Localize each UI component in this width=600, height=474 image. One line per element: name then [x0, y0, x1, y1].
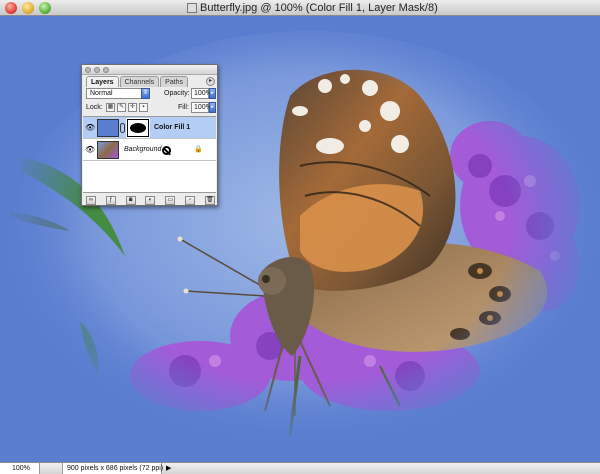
fill-label: Fill: — [178, 104, 189, 111]
lock-row: Lock: ▦ ✎ ✛ ▪ Fill: 100% ▸ — [86, 102, 216, 114]
lock-transparent-icon[interactable]: ▦ — [106, 103, 115, 112]
background-thumbnail[interactable] — [97, 141, 119, 159]
blend-mode-value: Normal — [90, 90, 113, 97]
layers-list: 👁 Color Fill 1 👁 Background 🔒 — [83, 116, 216, 193]
visibility-eye-icon[interactable]: 👁 — [85, 146, 95, 154]
document-info: 900 pixels x 686 pixels (72 ppi) — [62, 463, 163, 474]
opacity-field[interactable]: 100% — [191, 88, 212, 99]
new-group-icon[interactable]: ▭ — [165, 196, 176, 205]
mask-link-icon[interactable] — [120, 123, 125, 133]
visibility-eye-icon[interactable]: 👁 — [85, 124, 95, 132]
palette-menu-icon[interactable]: ▸ — [206, 77, 215, 86]
palette-titlebar[interactable] — [82, 65, 217, 75]
tab-channels[interactable]: Channels — [119, 76, 160, 87]
add-mask-icon[interactable]: ◙ — [125, 196, 136, 205]
layer-name-background[interactable]: Background — [124, 145, 161, 155]
zoom-field[interactable]: 100% — [0, 463, 40, 474]
palette-close-icon[interactable] — [85, 67, 91, 73]
window-title: Butterfly.jpg @ 100% (Color Fill 1, Laye… — [200, 2, 438, 14]
blend-dropdown-icon[interactable]: ⇕ — [141, 88, 150, 99]
lock-all-icon[interactable]: ▪ — [139, 103, 148, 112]
layer-name-color-fill[interactable]: Color Fill 1 — [154, 123, 190, 133]
link-layers-icon[interactable]: ∞ — [86, 196, 96, 205]
layer-style-icon[interactable]: ƒ — [105, 196, 116, 205]
lock-position-icon[interactable]: ✛ — [128, 103, 137, 112]
document-proxy-icon[interactable] — [187, 3, 197, 13]
blend-row: Normal ⇕ Opacity: 100% ▸ — [86, 88, 216, 100]
adjustment-layer-icon[interactable]: ◐ — [145, 196, 156, 205]
window-titlebar[interactable]: Butterfly.jpg @ 100% (Color Fill 1, Laye… — [0, 0, 600, 16]
palette-minimize-icon[interactable] — [94, 67, 100, 73]
fill-field[interactable]: 100% — [191, 102, 212, 113]
prohibited-cursor-icon — [162, 146, 171, 155]
status-bar: 100% 900 pixels x 686 pixels (72 ppi) ▶ — [0, 462, 600, 474]
color-fill-thumbnail[interactable] — [97, 119, 119, 137]
lock-image-icon[interactable]: ✎ — [117, 103, 126, 112]
tab-paths[interactable]: Paths — [160, 76, 189, 87]
layers-palette[interactable]: Layers Channels Paths ▸ Normal ⇕ Opacity… — [81, 64, 218, 206]
trash-icon[interactable]: 🗑 — [204, 196, 215, 205]
status-menu-arrow-icon[interactable]: ▶ — [166, 465, 174, 473]
layer-lock-icon: 🔒 — [194, 146, 203, 153]
close-window-button[interactable] — [5, 2, 17, 14]
blend-mode-select[interactable]: Normal ⇕ — [86, 88, 150, 99]
palette-footer: ∞ ƒ ◙ ◐ ▭ ▫ 🗑 — [86, 196, 215, 205]
palette-zoom-icon[interactable] — [103, 67, 109, 73]
fill-arrow-icon[interactable]: ▸ — [209, 102, 216, 113]
minimize-window-button[interactable] — [22, 2, 34, 14]
document-canvas[interactable]: Layers Channels Paths ▸ Normal ⇕ Opacity… — [0, 16, 600, 462]
palette-tabs: Layers Channels Paths — [86, 76, 189, 87]
layer-row-color-fill[interactable]: 👁 Color Fill 1 — [83, 117, 216, 139]
mask-shape-icon — [130, 123, 146, 133]
layer-mask-thumbnail[interactable] — [126, 118, 150, 138]
lock-label: Lock: — [86, 104, 103, 111]
layer-row-background[interactable]: 👁 Background 🔒 — [83, 139, 216, 161]
new-layer-icon[interactable]: ▫ — [185, 196, 196, 205]
zoom-window-button[interactable] — [39, 2, 51, 14]
tab-layers[interactable]: Layers — [86, 76, 119, 87]
opacity-arrow-icon[interactable]: ▸ — [209, 88, 216, 99]
opacity-label: Opacity: — [164, 90, 190, 97]
